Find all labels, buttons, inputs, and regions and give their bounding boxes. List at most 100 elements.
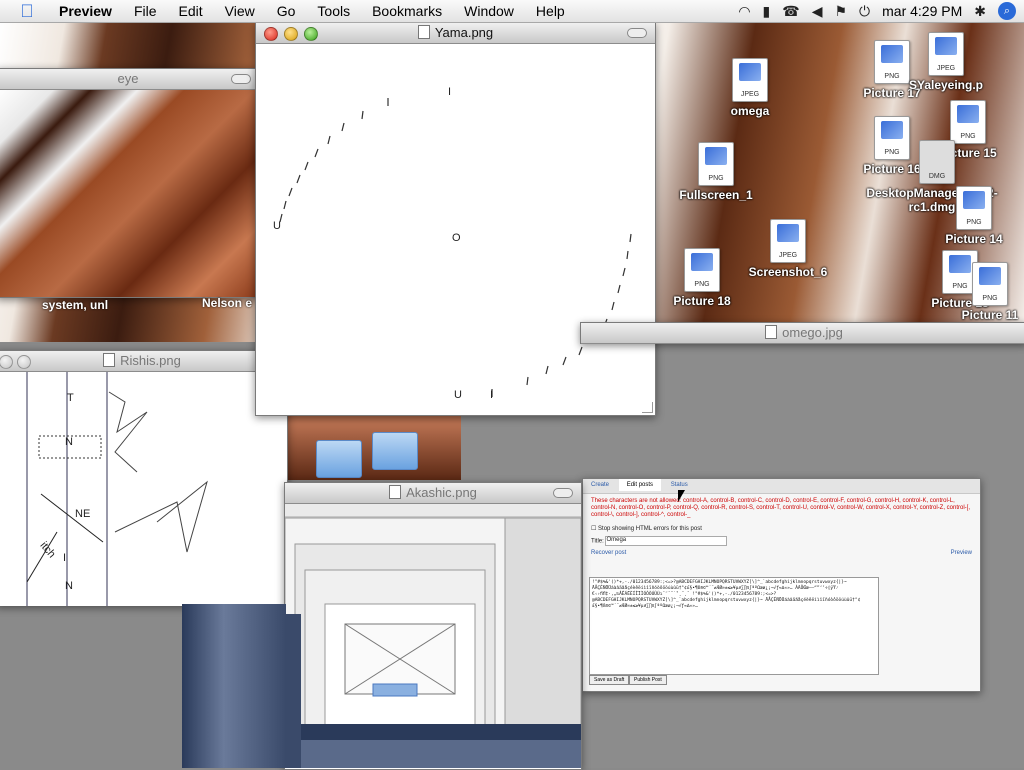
html-errors-checkbox-row[interactable]: ☐ Stop showing HTML errors for this post: [583, 523, 980, 534]
recursive-screens-drawing: [285, 504, 581, 768]
desktop-icon-label: Picture 18: [673, 294, 731, 308]
tab-create[interactable]: Create: [583, 479, 617, 491]
desktop-icon-omega[interactable]: JPEG omega: [700, 58, 800, 118]
menu-clock[interactable]: mar 4:29 PM: [882, 3, 962, 19]
window-rishis[interactable]: Rishis.png T N NE itch I N: [0, 350, 288, 606]
window-eye[interactable]: eye: [0, 68, 260, 298]
rishis-label: N: [65, 436, 73, 448]
desktop-icon-picture11[interactable]: PNG Picture 11: [940, 262, 1024, 322]
wifi-icon[interactable]: ◠: [738, 3, 750, 20]
recover-post-link[interactable]: Recover post: [591, 550, 626, 556]
toolbar-toggle-button[interactable]: [627, 28, 647, 38]
window-titlebar[interactable]: Akashic.png: [285, 483, 581, 504]
post-body-textarea[interactable]: !"#$%&'()*+,-./0123456789:;<=>?@ABCDEFGH…: [589, 577, 879, 675]
window-titlebar[interactable]: eye: [0, 69, 259, 90]
rishis-label: I: [63, 552, 67, 564]
desktop-icon-label: Screenshot_6: [748, 265, 828, 279]
desktop-dock-strip: [182, 604, 286, 768]
yama-drawing: [279, 98, 632, 397]
volume-icon[interactable]: ◀: [812, 3, 823, 20]
power-icon[interactable]: ⏻: [859, 3, 870, 20]
toolbar-toggle-button[interactable]: [553, 488, 573, 498]
minimize-button[interactable]: [17, 355, 31, 369]
error-message: These characters are not allowed: contro…: [591, 498, 971, 518]
desktop-icon-picture18[interactable]: PNG Picture 18: [652, 248, 752, 308]
rishis-label: NE: [75, 508, 91, 520]
yama-glyph: I: [490, 389, 494, 401]
document-icon: [103, 353, 116, 367]
window-omega-content[interactable]: Create Edit posts Status These character…: [582, 478, 981, 692]
zoom-button[interactable]: [304, 27, 318, 41]
window-omega-titlebar[interactable]: omego.jpg: [580, 322, 1024, 344]
desktop-icon-yaleyeing[interactable]: JPEG SYaleyeing.p: [896, 32, 996, 92]
menu-go[interactable]: Go: [266, 3, 307, 19]
battery-icon[interactable]: ▮: [763, 3, 771, 20]
phone-icon[interactable]: ☎: [782, 3, 799, 20]
menu-view[interactable]: View: [214, 3, 266, 19]
menu-tools[interactable]: Tools: [306, 3, 361, 19]
desktop-text-left2: Nelson e: [202, 296, 253, 310]
desktop-icon-screenshot[interactable]: JPEG Screenshot_6: [738, 219, 838, 279]
png-file-icon: PNG: [684, 248, 720, 292]
window-titlebar[interactable]: Yama.png: [256, 23, 655, 44]
window-akashic[interactable]: Akashic.png: [284, 482, 582, 770]
flag-icon[interactable]: ⚑: [834, 3, 847, 20]
yama-glyph: U: [454, 389, 462, 401]
window-title: omego.jpg: [782, 325, 843, 340]
menu-extras: ◠ ▮ ☎ ◀ ⚑ ⏻ mar 4:29 PM ✱ ⌕: [738, 0, 1016, 22]
png-file-icon: PNG: [698, 142, 734, 186]
desktop-icon-label: Picture 11: [961, 308, 1019, 322]
desktop-icon-label: omega: [730, 104, 770, 118]
window-titlebar[interactable]: Rishis.png: [0, 351, 287, 372]
menu-bar:  Preview File Edit View Go Tools Bookma…: [0, 0, 1024, 23]
close-button[interactable]: [0, 355, 13, 369]
bluetooth-icon[interactable]: ✱: [974, 3, 986, 20]
png-file-icon: PNG: [950, 100, 986, 144]
folder-icon[interactable]: [372, 432, 418, 470]
save-draft-button[interactable]: Save as Draft: [589, 675, 630, 685]
menu-window[interactable]: Window: [453, 3, 525, 19]
window-yama[interactable]: Yama.png I U O U I: [255, 22, 656, 416]
yama-glyph: U: [273, 220, 281, 232]
desktop-icon-picture14[interactable]: PNG Picture 14: [924, 186, 1024, 246]
window-title: eye: [117, 71, 139, 86]
toolbar-toggle-button[interactable]: [231, 74, 251, 84]
desktop-icon-fullscreen[interactable]: PNG Fullscreen_1: [666, 142, 766, 202]
disk-image-icon: DMG: [919, 140, 955, 184]
folder-icon[interactable]: [316, 440, 362, 478]
yama-image: I U O U I: [256, 44, 655, 415]
recover-row: Recover post Preview: [583, 548, 980, 558]
desktop-icon-label: Fullscreen_1: [679, 188, 753, 202]
jpeg-file-icon: JPEG: [928, 32, 964, 76]
menu-bookmarks[interactable]: Bookmarks: [361, 3, 453, 19]
mouse-cursor-icon: [678, 490, 685, 502]
rishis-label: N: [65, 580, 73, 592]
resize-grip[interactable]: [642, 402, 653, 413]
document-icon: [765, 325, 778, 339]
spotlight-icon[interactable]: ⌕: [998, 2, 1016, 20]
publish-post-button[interactable]: Publish Post: [629, 675, 667, 685]
editor-tabs: Create Edit posts Status: [583, 479, 980, 494]
rishis-drawing: [26, 372, 208, 606]
menu-file[interactable]: File: [123, 3, 168, 19]
menu-edit[interactable]: Edit: [168, 3, 214, 19]
minimize-button[interactable]: [284, 27, 298, 41]
menu-help[interactable]: Help: [525, 3, 576, 19]
menu-app-preview[interactable]: Preview: [48, 3, 123, 19]
close-button[interactable]: [264, 27, 278, 41]
akashic-recursive-screenshot: [285, 504, 581, 768]
window-titlebar[interactable]: omego.jpg: [581, 323, 1024, 344]
title-row: Title: Omega: [583, 534, 980, 548]
rishis-image: T N NE itch I N: [0, 372, 287, 606]
title-input[interactable]: Omega: [605, 536, 728, 546]
blog-editor: Create Edit posts Status These character…: [583, 479, 980, 691]
preview-link[interactable]: Preview: [951, 550, 972, 556]
desktop-icon-label: SYaleyeing.p: [908, 78, 984, 92]
png-file-icon: PNG: [956, 186, 992, 230]
yama-glyph: O: [452, 232, 461, 244]
eye-image: [0, 90, 259, 297]
document-icon: [389, 485, 402, 499]
tab-edit-posts[interactable]: Edit posts: [618, 479, 662, 491]
rishis-label: T: [67, 392, 74, 404]
apple-icon[interactable]: : [16, 2, 38, 20]
